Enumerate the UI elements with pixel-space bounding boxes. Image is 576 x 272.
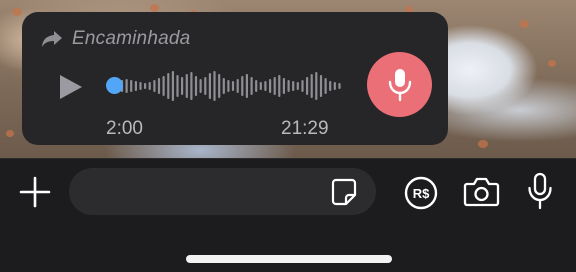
voice-record-icon[interactable] (527, 172, 553, 210)
waveform-bar (171, 71, 174, 101)
waveform-bar (213, 71, 216, 101)
waveform-bar (153, 80, 156, 92)
play-button[interactable] (58, 73, 84, 101)
waveform-bar (319, 75, 323, 97)
waveform-bar (139, 82, 142, 90)
waveform-bar (167, 73, 170, 99)
waveform-bar (176, 75, 179, 97)
waveform-bar (324, 78, 327, 94)
brl-payment-icon[interactable]: R$ (404, 176, 438, 210)
waveform-bar (296, 82, 299, 90)
waveform-bar (148, 82, 151, 90)
waveform-bar (282, 78, 285, 94)
waveform-bar (278, 75, 281, 97)
waveform-bar (259, 82, 262, 90)
waveform-bar (222, 78, 225, 94)
svg-text:R$: R$ (413, 186, 430, 201)
plus-icon[interactable] (18, 175, 52, 209)
camera-icon[interactable] (463, 176, 500, 208)
waveform[interactable] (106, 68, 342, 104)
waveform-bar (162, 76, 165, 96)
waveform-bar (241, 76, 244, 96)
waveform-bar (125, 79, 128, 93)
waveform-bar (194, 76, 198, 96)
microphone-avatar (367, 52, 432, 117)
microphone-icon (388, 68, 411, 101)
waveform-bar (231, 81, 235, 91)
waveform-bar (333, 82, 336, 90)
voice-message-bubble[interactable]: Encaminhada 2:00 21:29 (22, 12, 448, 145)
waveform-bar (204, 77, 207, 95)
waveform-bar (190, 72, 193, 100)
waveform-bar (218, 74, 221, 98)
waveform-bar (134, 81, 137, 91)
waveform-bar (185, 74, 188, 98)
waveform-bar (301, 80, 304, 92)
home-indicator (186, 255, 392, 263)
waveform-bar (264, 81, 267, 91)
waveform-bar (338, 83, 341, 89)
forwarded-header: Encaminhada (40, 28, 190, 50)
waveform-bar (273, 77, 276, 95)
waveform-bar (310, 74, 313, 98)
waveform-bar (130, 80, 133, 92)
waveform-bar (245, 74, 248, 98)
elapsed-time: 2:00 (106, 118, 143, 139)
waveform-bar (292, 81, 295, 91)
playhead-dot[interactable] (106, 77, 123, 94)
waveform-bar (236, 79, 239, 93)
sticker-icon[interactable] (331, 178, 357, 206)
waveform-bar (227, 80, 230, 92)
play-icon (60, 75, 82, 99)
message-input[interactable] (69, 168, 376, 215)
waveform-bar (157, 78, 161, 94)
waveform-bar (255, 80, 258, 92)
waveform-bar (181, 77, 184, 95)
waveform-bar (144, 83, 147, 89)
waveform-bar (199, 79, 202, 93)
waveform-bar (250, 77, 253, 95)
forward-arrow-icon (42, 31, 62, 47)
waveform-bar (315, 72, 318, 100)
waveform-bar (306, 77, 309, 95)
waveform-bar (269, 79, 272, 93)
forwarded-label: Encaminhada (72, 28, 191, 49)
total-duration: 21:29 (281, 118, 329, 139)
waveform-bar (208, 73, 211, 99)
waveform-bar (287, 80, 290, 92)
waveform-bar (329, 81, 332, 91)
